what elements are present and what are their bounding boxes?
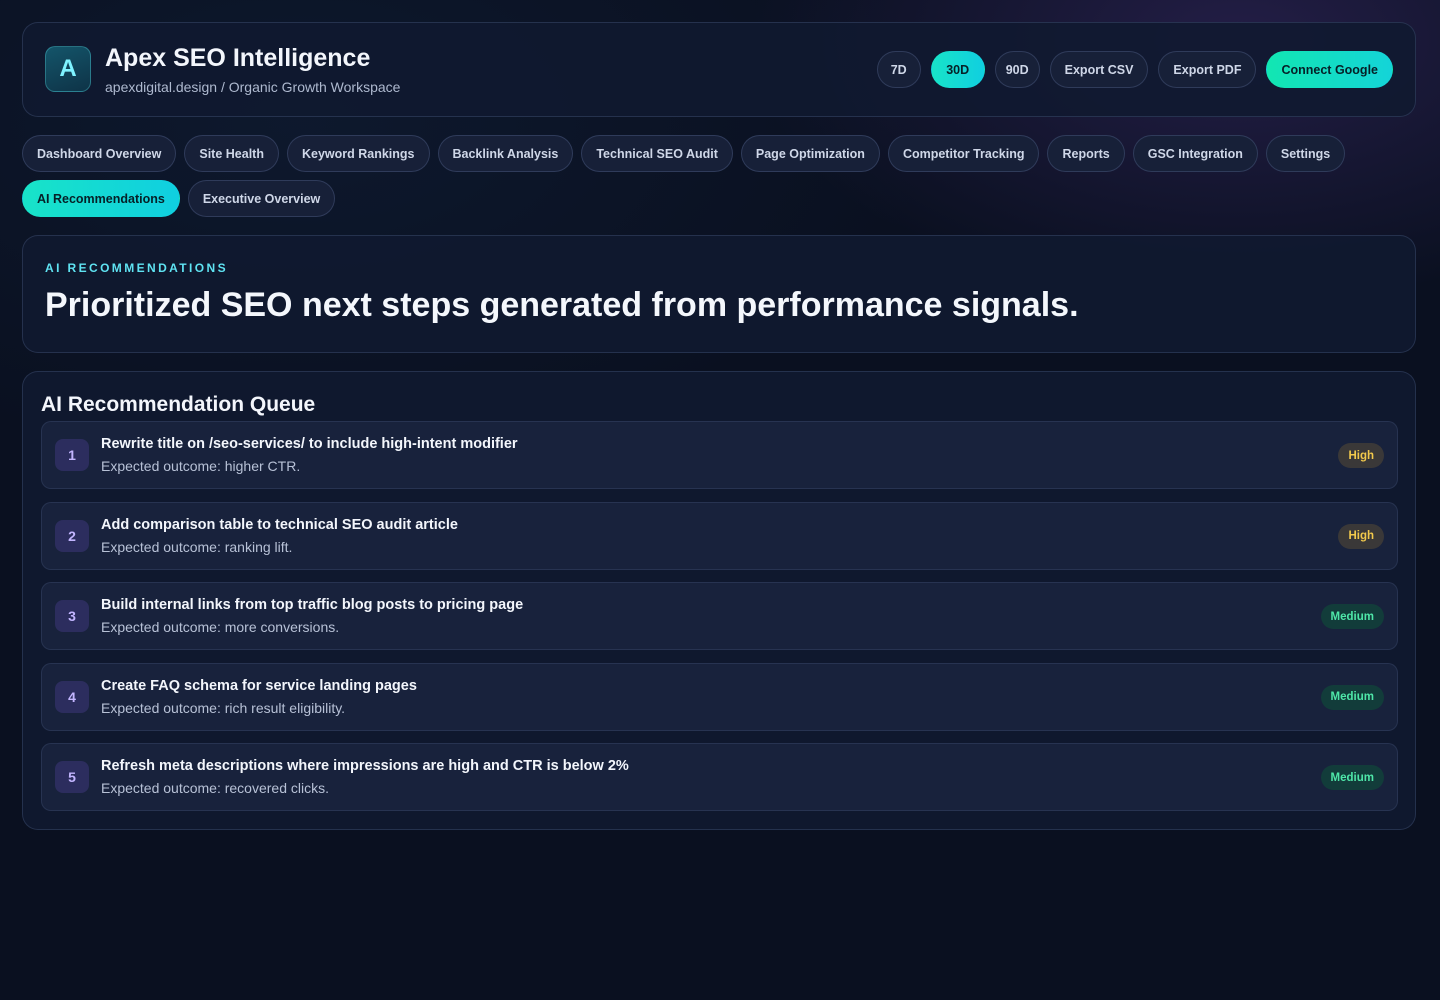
list-item[interactable]: 4 Create FAQ schema for service landing …	[41, 662, 1398, 731]
section-eyebrow: AI RECOMMENDATIONS	[45, 261, 228, 275]
recommendation-outcome: Expected outcome: higher CTR.	[101, 458, 301, 474]
rank-number: 4	[55, 680, 89, 713]
recommendation-title: Refresh meta descriptions where impressi…	[101, 758, 629, 774]
priority-badge: Medium	[1320, 765, 1384, 790]
recommendation-title: Rewrite title on /seo-services/ to inclu…	[101, 436, 518, 452]
range-30d-button[interactable]: 30D	[930, 51, 985, 88]
tab-executive-overview[interactable]: Executive Overview	[187, 180, 336, 217]
export-csv-button[interactable]: Export CSV	[1049, 51, 1149, 88]
range-90d-button[interactable]: 90D	[994, 51, 1040, 88]
tab-keyword-rankings[interactable]: Keyword Rankings	[286, 135, 430, 172]
range-7d-button[interactable]: 7D	[876, 51, 921, 88]
main-nav: Dashboard Overview Site Health Keyword R…	[22, 135, 1418, 217]
rank-number: 2	[55, 519, 89, 552]
list-item[interactable]: 1 Rewrite title on /seo-services/ to inc…	[41, 421, 1398, 489]
tab-technical-seo-audit[interactable]: Technical SEO Audit	[581, 135, 733, 172]
tab-dashboard-overview[interactable]: Dashboard Overview	[22, 135, 177, 172]
tab-gsc-integration[interactable]: GSC Integration	[1132, 135, 1258, 172]
rank-number: 5	[55, 761, 89, 793]
app-title: Apex SEO Intelligence	[105, 44, 371, 72]
page-title: Prioritized SEO next steps generated fro…	[45, 286, 1079, 324]
hero-section: AI RECOMMENDATIONS Prioritized SEO next …	[22, 235, 1416, 353]
recommendation-outcome: Expected outcome: ranking lift.	[101, 538, 293, 555]
rank-number: 1	[55, 439, 89, 471]
tab-reports[interactable]: Reports	[1047, 135, 1125, 172]
recommendation-outcome: Expected outcome: recovered clicks.	[101, 780, 329, 796]
tab-page-optimization[interactable]: Page Optimization	[740, 135, 880, 172]
tab-site-health[interactable]: Site Health	[184, 135, 279, 172]
recommendation-list: 1 Rewrite title on /seo-services/ to inc…	[41, 421, 1398, 824]
tab-backlink-analysis[interactable]: Backlink Analysis	[437, 135, 574, 172]
list-item[interactable]: 5 Refresh meta descriptions where impres…	[41, 743, 1398, 811]
recommendation-outcome: Expected outcome: more conversions.	[101, 619, 340, 635]
recommendation-queue: AI Recommendation Queue 1 Rewrite title …	[22, 371, 1416, 830]
tab-ai-recommendations[interactable]: AI Recommendations	[22, 180, 180, 217]
workspace-subtitle: apexdigital.design / Organic Growth Work…	[105, 79, 401, 95]
list-item[interactable]: 3 Build internal links from top traffic …	[41, 582, 1398, 650]
priority-badge: High	[1338, 443, 1384, 468]
recommendation-title: Add comparison table to technical SEO au…	[101, 516, 458, 533]
tab-competitor-tracking[interactable]: Competitor Tracking	[887, 135, 1040, 172]
list-item[interactable]: 2 Add comparison table to technical SEO …	[41, 501, 1398, 570]
priority-badge: Medium	[1320, 684, 1384, 710]
header-actions: 7D 30D 90D Export CSV Export PDF Connect…	[876, 51, 1393, 88]
recommendation-title: Create FAQ schema for service landing pa…	[101, 677, 417, 694]
recommendation-title: Build internal links from top traffic bl…	[101, 597, 524, 613]
app-logo: A	[45, 46, 91, 92]
recommendation-outcome: Expected outcome: rich result eligibilit…	[101, 699, 346, 716]
app-header: A Apex SEO Intelligence apexdigital.desi…	[22, 22, 1416, 117]
queue-title: AI Recommendation Queue	[41, 393, 316, 416]
tab-settings[interactable]: Settings	[1265, 135, 1346, 172]
rank-number: 3	[55, 600, 89, 632]
priority-badge: High	[1338, 523, 1384, 549]
connect-google-button[interactable]: Connect Google	[1266, 51, 1393, 88]
priority-badge: Medium	[1320, 604, 1384, 629]
export-pdf-button[interactable]: Export PDF	[1158, 51, 1257, 88]
